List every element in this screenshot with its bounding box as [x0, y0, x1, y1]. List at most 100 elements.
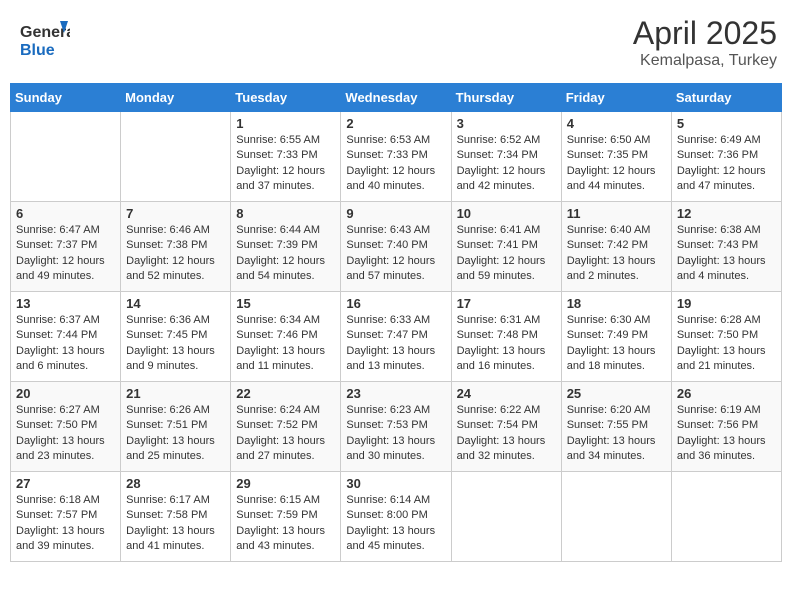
day-content: Sunrise: 6:26 AM Sunset: 7:51 PM Dayligh…: [126, 403, 225, 465]
calendar-cell: 21 Sunrise: 6:26 AM Sunset: 7:51 PM Dayli…: [121, 382, 231, 472]
day-content: Sunrise: 6:55 AM Sunset: 7:33 PM Dayligh…: [236, 133, 335, 195]
calendar-cell: 24 Sunrise: 6:22 AM Sunset: 7:54 PM Dayli…: [451, 382, 561, 472]
calendar-cell: 18 Sunrise: 6:30 AM Sunset: 7:49 PM Dayli…: [561, 292, 671, 382]
day-number: 9: [346, 206, 445, 221]
day-content: Sunrise: 6:52 AM Sunset: 7:34 PM Dayligh…: [457, 133, 556, 195]
calendar-cell: 19 Sunrise: 6:28 AM Sunset: 7:50 PM Dayli…: [671, 292, 781, 382]
calendar-week-row: 27 Sunrise: 6:18 AM Sunset: 7:57 PM Dayli…: [11, 472, 782, 562]
day-number: 18: [567, 296, 666, 311]
day-content: Sunrise: 6:53 AM Sunset: 7:33 PM Dayligh…: [346, 133, 445, 195]
day-number: 1: [236, 116, 335, 131]
day-content: Sunrise: 6:22 AM Sunset: 7:54 PM Dayligh…: [457, 403, 556, 465]
calendar-cell: 3 Sunrise: 6:52 AM Sunset: 7:34 PM Daylig…: [451, 112, 561, 202]
day-content: Sunrise: 6:50 AM Sunset: 7:35 PM Dayligh…: [567, 133, 666, 195]
day-number: 14: [126, 296, 225, 311]
header-wednesday: Wednesday: [341, 84, 451, 112]
calendar-cell: 5 Sunrise: 6:49 AM Sunset: 7:36 PM Daylig…: [671, 112, 781, 202]
day-content: Sunrise: 6:43 AM Sunset: 7:40 PM Dayligh…: [346, 223, 445, 285]
day-content: Sunrise: 6:28 AM Sunset: 7:50 PM Dayligh…: [677, 313, 776, 375]
calendar-cell: 4 Sunrise: 6:50 AM Sunset: 7:35 PM Daylig…: [561, 112, 671, 202]
header-sunday: Sunday: [11, 84, 121, 112]
day-number: 3: [457, 116, 556, 131]
calendar-week-row: 13Sunrise: 6:37 AM Sunset: 7:44 PM Dayli…: [11, 292, 782, 382]
calendar-header-row: Sunday Monday Tuesday Wednesday Thursday…: [11, 84, 782, 112]
header-thursday: Thursday: [451, 84, 561, 112]
calendar-cell: 13Sunrise: 6:37 AM Sunset: 7:44 PM Dayli…: [11, 292, 121, 382]
calendar-cell: 16Sunrise: 6:33 AM Sunset: 7:47 PM Dayli…: [341, 292, 451, 382]
title-area: April 2025 Kemalpasa, Turkey: [633, 15, 777, 70]
calendar-cell: 10 Sunrise: 6:41 AM Sunset: 7:41 PM Dayli…: [451, 202, 561, 292]
calendar-cell: 29 Sunrise: 6:15 AM Sunset: 7:59 PM Dayli…: [231, 472, 341, 562]
day-number: 10: [457, 206, 556, 221]
header-friday: Friday: [561, 84, 671, 112]
day-content: Sunrise: 6:31 AM Sunset: 7:48 PM Dayligh…: [457, 313, 556, 375]
page-header: General Blue April 2025 Kemalpasa, Turke…: [10, 10, 782, 75]
calendar-cell: 6 Sunrise: 6:47 AM Sunset: 7:37 PM Daylig…: [11, 202, 121, 292]
calendar-cell: [671, 472, 781, 562]
day-content: Sunrise: 6:37 AM Sunset: 7:44 PM Dayligh…: [16, 313, 115, 375]
day-number: 12: [677, 206, 776, 221]
calendar-table: Sunday Monday Tuesday Wednesday Thursday…: [10, 83, 782, 562]
calendar-cell: [451, 472, 561, 562]
calendar-week-row: 6 Sunrise: 6:47 AM Sunset: 7:37 PM Daylig…: [11, 202, 782, 292]
day-number: 24: [457, 386, 556, 401]
day-content: Sunrise: 6:47 AM Sunset: 7:37 PM Dayligh…: [16, 223, 115, 285]
header-tuesday: Tuesday: [231, 84, 341, 112]
day-number: 21: [126, 386, 225, 401]
day-content: Sunrise: 6:19 AM Sunset: 7:56 PM Dayligh…: [677, 403, 776, 465]
calendar-cell: 9 Sunrise: 6:43 AM Sunset: 7:40 PM Daylig…: [341, 202, 451, 292]
day-number: 2: [346, 116, 445, 131]
day-number: 19: [677, 296, 776, 311]
day-content: Sunrise: 6:23 AM Sunset: 7:53 PM Dayligh…: [346, 403, 445, 465]
day-number: 11: [567, 206, 666, 221]
day-number: 15: [236, 296, 335, 311]
day-content: Sunrise: 6:18 AM Sunset: 7:57 PM Dayligh…: [16, 493, 115, 555]
day-number: 27: [16, 476, 115, 491]
day-number: 20: [16, 386, 115, 401]
day-number: 16: [346, 296, 445, 311]
calendar-cell: 22 Sunrise: 6:24 AM Sunset: 7:52 PM Dayli…: [231, 382, 341, 472]
day-number: 4: [567, 116, 666, 131]
day-content: Sunrise: 6:14 AM Sunset: 8:00 PM Dayligh…: [346, 493, 445, 555]
day-number: 7: [126, 206, 225, 221]
day-content: Sunrise: 6:15 AM Sunset: 7:59 PM Dayligh…: [236, 493, 335, 555]
day-content: Sunrise: 6:20 AM Sunset: 7:55 PM Dayligh…: [567, 403, 666, 465]
calendar-cell: 15 Sunrise: 6:34 AM Sunset: 7:46 PM Dayli…: [231, 292, 341, 382]
calendar-cell: 11Sunrise: 6:40 AM Sunset: 7:42 PM Dayli…: [561, 202, 671, 292]
day-content: Sunrise: 6:36 AM Sunset: 7:45 PM Dayligh…: [126, 313, 225, 375]
day-number: 6: [16, 206, 115, 221]
calendar-cell: 12 Sunrise: 6:38 AM Sunset: 7:43 PM Dayli…: [671, 202, 781, 292]
day-content: Sunrise: 6:41 AM Sunset: 7:41 PM Dayligh…: [457, 223, 556, 285]
day-content: Sunrise: 6:30 AM Sunset: 7:49 PM Dayligh…: [567, 313, 666, 375]
calendar-cell: 26Sunrise: 6:19 AM Sunset: 7:56 PM Dayli…: [671, 382, 781, 472]
header-saturday: Saturday: [671, 84, 781, 112]
day-content: Sunrise: 6:34 AM Sunset: 7:46 PM Dayligh…: [236, 313, 335, 375]
calendar-cell: 7Sunrise: 6:46 AM Sunset: 7:38 PM Daylig…: [121, 202, 231, 292]
day-number: 17: [457, 296, 556, 311]
calendar-cell: 1 Sunrise: 6:55 AM Sunset: 7:33 PM Daylig…: [231, 112, 341, 202]
day-number: 5: [677, 116, 776, 131]
calendar-cell: 30Sunrise: 6:14 AM Sunset: 8:00 PM Dayli…: [341, 472, 451, 562]
calendar-cell: 8Sunrise: 6:44 AM Sunset: 7:39 PM Daylig…: [231, 202, 341, 292]
svg-text:Blue: Blue: [20, 42, 55, 59]
calendar-cell: 23Sunrise: 6:23 AM Sunset: 7:53 PM Dayli…: [341, 382, 451, 472]
calendar-cell: [121, 112, 231, 202]
calendar-cell: 27 Sunrise: 6:18 AM Sunset: 7:57 PM Dayli…: [11, 472, 121, 562]
day-content: Sunrise: 6:44 AM Sunset: 7:39 PM Dayligh…: [236, 223, 335, 285]
day-content: Sunrise: 6:49 AM Sunset: 7:36 PM Dayligh…: [677, 133, 776, 195]
calendar-cell: 28Sunrise: 6:17 AM Sunset: 7:58 PM Dayli…: [121, 472, 231, 562]
day-number: 29: [236, 476, 335, 491]
day-content: Sunrise: 6:38 AM Sunset: 7:43 PM Dayligh…: [677, 223, 776, 285]
day-number: 22: [236, 386, 335, 401]
logo: General Blue: [20, 15, 70, 70]
calendar-week-row: 20 Sunrise: 6:27 AM Sunset: 7:50 PM Dayli…: [11, 382, 782, 472]
calendar-week-row: 1 Sunrise: 6:55 AM Sunset: 7:33 PM Daylig…: [11, 112, 782, 202]
calendar-cell: 20 Sunrise: 6:27 AM Sunset: 7:50 PM Dayli…: [11, 382, 121, 472]
day-content: Sunrise: 6:24 AM Sunset: 7:52 PM Dayligh…: [236, 403, 335, 465]
calendar-cell: 25Sunrise: 6:20 AM Sunset: 7:55 PM Dayli…: [561, 382, 671, 472]
day-content: Sunrise: 6:17 AM Sunset: 7:58 PM Dayligh…: [126, 493, 225, 555]
day-content: Sunrise: 6:27 AM Sunset: 7:50 PM Dayligh…: [16, 403, 115, 465]
calendar-title: April 2025: [633, 15, 777, 52]
calendar-cell: [11, 112, 121, 202]
logo-icon: General Blue: [20, 15, 70, 65]
